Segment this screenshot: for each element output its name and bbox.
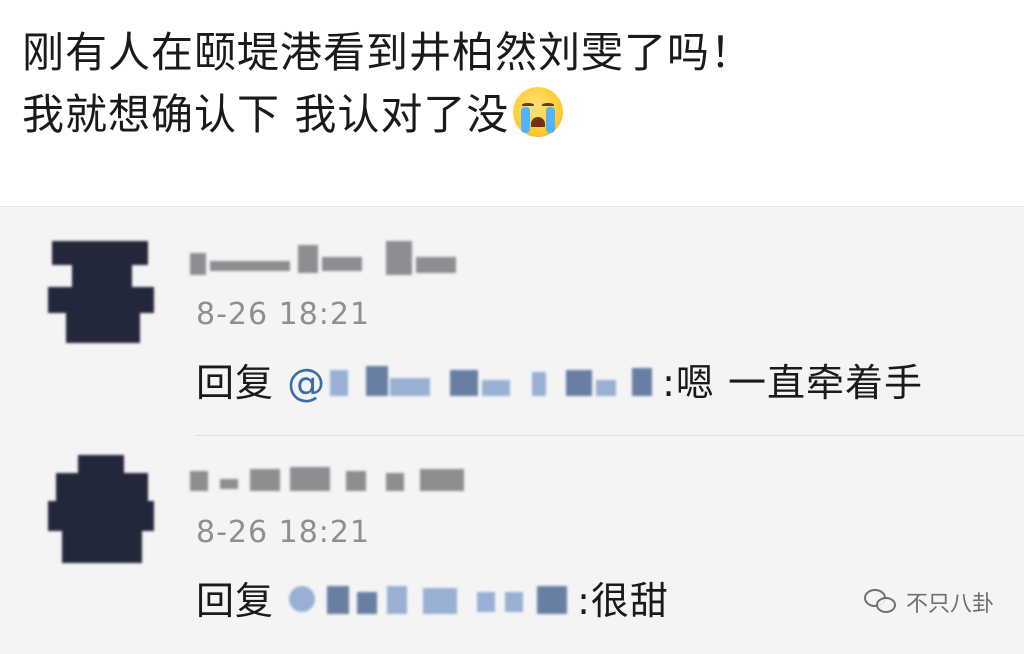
nickname-redacted[interactable] bbox=[190, 457, 480, 503]
post-line-2-text: 我就想确认下 我认对了没 bbox=[22, 90, 510, 139]
reply-separator: : bbox=[662, 361, 676, 405]
post-line-2: 我就想确认下 我认对了没 bbox=[22, 84, 982, 146]
post-line-1: 刚有人在颐堤港看到井柏然刘雯了吗！ bbox=[22, 28, 754, 77]
nickname-redacted[interactable] bbox=[190, 239, 480, 285]
mention-redacted[interactable] bbox=[287, 578, 577, 622]
comment-list: 8-26 18:21 回复 @ :嗯 一直牵着手 8-26 18:21 回复:… bbox=[0, 206, 1024, 654]
wechat-icon bbox=[863, 589, 898, 615]
reply-message: 嗯 一直牵着手 bbox=[675, 361, 924, 405]
reply-separator: : bbox=[577, 579, 591, 623]
comment-timestamp: 8-26 18:21 bbox=[196, 297, 371, 332]
watermark: 不只八卦 bbox=[863, 586, 994, 618]
avatar[interactable] bbox=[48, 237, 154, 347]
comment-divider bbox=[196, 435, 1024, 436]
reply-message: 很甜 bbox=[590, 579, 669, 623]
post-text: 刚有人在颐堤港看到井柏然刘雯了吗！ 我就想确认下 我认对了没 bbox=[22, 22, 982, 146]
loudly-crying-face-icon bbox=[513, 87, 564, 137]
reply-prefix: 回复 bbox=[196, 361, 275, 405]
comment-reply: 回复 @ :嗯 一直牵着手 bbox=[196, 357, 923, 409]
reply-prefix: 回复 bbox=[196, 579, 275, 623]
mention-redacted[interactable] bbox=[326, 360, 662, 404]
watermark-text: 不只八卦 bbox=[905, 592, 994, 617]
mention-at[interactable]: @ bbox=[287, 361, 326, 405]
comment-reply: 回复 :很甜 bbox=[196, 575, 669, 627]
avatar[interactable] bbox=[48, 455, 154, 565]
comment-timestamp: 8-26 18:21 bbox=[196, 515, 371, 550]
